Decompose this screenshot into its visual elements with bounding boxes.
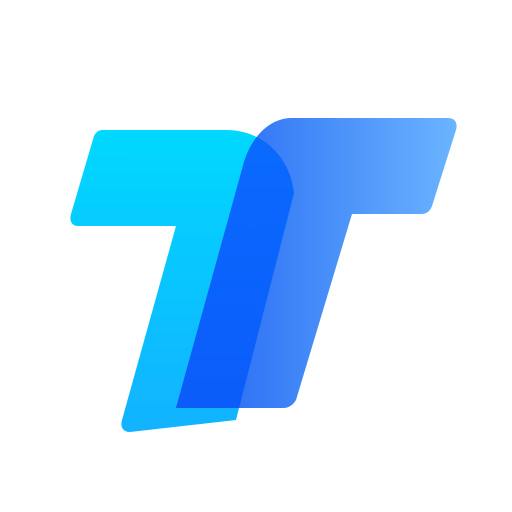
tt-logo-icon bbox=[70, 118, 457, 432]
app-icon-canvas bbox=[0, 0, 512, 512]
